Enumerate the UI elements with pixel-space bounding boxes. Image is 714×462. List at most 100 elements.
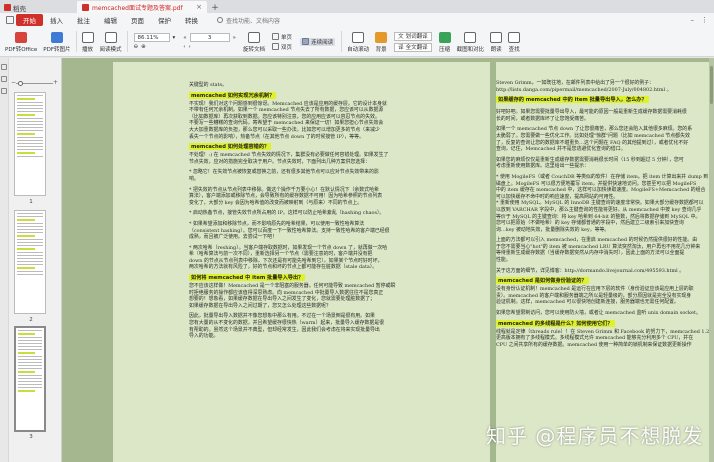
text-line: 长的时间，或者数据库坏了让您饱受痛苦。 [496,115,589,122]
text-line: 不要写一些糟糕的查询代码，寄希望于 memcached 来保证一切！如果您担心节… [189,120,384,127]
section-heading: memcached 如何处理容错的？ [189,143,272,151]
minimize-icon[interactable]: – [691,16,695,24]
text-line: 关键型的 stats。 [189,82,227,88]
page-thumbnail-number: 1 [29,199,33,205]
section-heading-row: memcached 如何实现冗余机制？ [189,89,490,101]
text-line: 有帮助的。虽然这个场景并不典型，但却经常发生，因此我们会考虑在将来实现批量导出 [189,326,380,333]
search-icon [217,17,223,23]
home-tab[interactable]: 稻壳 [0,2,32,13]
background-button[interactable]: 背景 [372,27,390,56]
more-icon[interactable]: ⋮ [701,16,708,24]
menu-item-3[interactable]: 编辑 [97,14,124,26]
pdf-to-image-button[interactable]: PDF转图片 [40,27,73,56]
scrollbar-thumb[interactable] [710,66,713,104]
rotate-doc-button[interactable]: 旋转文档 [240,27,268,56]
zoom-out-icon[interactable]: ⊖ [134,44,139,50]
compress-button[interactable]: 压缩 [436,27,454,56]
page-number-input[interactable]: 3 [189,33,230,42]
watermark: 知乎 @程序员不想脱发 [486,424,704,448]
text-line: 如果缓存数据在导出导入之间过期了，您又怎么处理这些数据呢？ [189,302,331,309]
menu-item-4[interactable]: 页面 [124,14,151,26]
docer-logo-icon [4,4,11,11]
read-aloud-label: 朗读 [490,47,502,53]
text-line: * 使用 MogileFS（或者 CouchDB 等类似的软件）在存储 item… [496,173,709,180]
single-page-label: 单页 [281,34,293,41]
first-page-icon[interactable]: « [183,35,186,41]
thumbnail-size-slider[interactable]: − + [11,79,58,87]
translate-selection-label: 划词翻译 [405,34,428,40]
text-line: 不处理！:) 在 memcached 节点失效的情况下，集群没有必要做任何容错处… [189,152,389,159]
section-heading: memcached 是如何做身份验证的？ [496,277,589,285]
auto-scroll-button[interactable]: 自动滚动 [344,27,372,56]
home-tab-label: 稻壳 [13,4,26,13]
prev-page-icon[interactable]: ‹ [183,44,185,50]
text-line: 等待重新生成缓存数据（当缓存数据突然从内存中消失时），因此上面的方法可以全面提 [496,250,685,257]
bookmark-icon[interactable] [1,76,7,82]
page-thumbnail-number: 2 [29,317,33,323]
page-thumbnail[interactable] [14,92,46,196]
menu-item-2[interactable]: 批注 [70,14,97,26]
text-line: 询…key 被动地失效，批量删除失效的 key，等等。 [496,226,610,233]
pdf-to-office-icon [15,32,28,43]
text-line: 变化了，大部分 key 会因为哈希值的改变而被映射到（与原来）不同的节点上。 [189,199,363,206]
continuous-read-icon [302,38,310,45]
text-line: 成熟，而且被广泛使用。去尝试一下吧！ [189,234,278,241]
document-tab[interactable]: memcached面试专题及答案.pdf × [77,1,207,13]
full-translate-button[interactable]: 译 全文翻译 [394,42,432,52]
zoom-in-icon[interactable]: ⊕ [141,44,146,50]
menu-item-1[interactable]: 插入 [43,14,70,26]
play-button[interactable]: 播放 [79,27,97,56]
close-tab-icon[interactable]: × [196,3,202,11]
menu-item-6[interactable]: 转换 [178,14,205,26]
text-line: 丢失一个节点的影响），热备节点（在其他节点 down 了的时候接管 IP），等等… [189,133,364,140]
zoom-select[interactable]: 86.11% [133,33,170,42]
pdf-to-office-button[interactable]: PDF转Office [2,27,40,56]
page-thumbnail-selected[interactable] [14,326,46,432]
rotate-doc-label: 旋转文档 [243,47,266,53]
double-page-button[interactable]: 双页 [272,43,292,51]
book-icon [104,32,117,43]
new-tab-button[interactable]: + [209,2,221,13]
text-line: 性能。 [496,257,511,264]
feature-search-placeholder: 查找功能、文档内容 [226,17,281,25]
thumbnail-panel: − + 1 2 3 [0,58,62,462]
background-label: 背景 [375,47,387,53]
slider-plus-icon[interactable]: + [53,79,58,86]
read-aloud-button[interactable]: 朗读 [487,27,505,56]
thumbnail-view-icon[interactable] [1,64,7,70]
read-mode-button[interactable]: 阅读模式 [97,27,125,56]
document-tab-label: memcached面试专题及答案.pdf [92,4,183,12]
text-line: 不带有任何冗余机制。如果一个 memcached 节点失去了所有数据，您应该可以… [189,107,384,114]
page-right-content: Steven Grimm，一如既往地，在邮件列表中给出了另一个很好的例子： htt… [496,62,714,348]
next-page-icon[interactable]: › [188,44,190,50]
single-page-button[interactable]: 单页 [272,33,292,41]
text-line: 考虑重新使用数据库。这里给出一些提示： [496,163,589,170]
vertical-scrollbar[interactable] [709,58,714,462]
text-line: 如果您希望限制访问，您可以使用防火墙，或者让 memcached 监听 unix… [496,310,701,317]
find-button[interactable]: 查找 [505,27,523,56]
feature-search[interactable]: 查找功能、文档内容 [217,16,280,25]
section-heading: 如何将 memcached 中 item 批量导入导出？ [189,274,306,282]
zoom-dropdown-icon[interactable]: ▾ [173,35,176,41]
file-menu-icon[interactable] [6,16,14,24]
menu-item-0[interactable]: 开始 [16,14,43,26]
document-view[interactable]: 关键型的 stats。 memcached 如何实现冗余机制？ 不实现！我们对这个问… [62,58,714,462]
translate-selection-button[interactable]: 文 划词翻译 [394,31,432,41]
compress-label: 压缩 [439,47,451,53]
section-heading: memcached 的多线程是什么？如何使用它们？ [496,319,615,327]
menu-item-5[interactable]: 保护 [151,14,178,26]
continuous-read-label: 连续阅读 [311,39,334,46]
text-line: * 重新使用 MySQL。MySQL 的 InnoDB 主键查询的速度非常快。如… [496,200,704,207]
last-page-icon[interactable]: » [233,35,236,41]
zoom-controls: 86.11% ▾ ⊖ ⊕ [130,27,180,56]
annotation-list-icon[interactable] [1,88,7,94]
pdf-to-image-icon [50,32,63,43]
screenshot-compare-button[interactable]: 截图和对比 [454,27,488,56]
slider-handle[interactable] [18,81,23,86]
continuous-read-button[interactable]: 连续阅读 [300,37,336,46]
page-thumbnail[interactable] [14,210,46,314]
pdf-page-left: 关键型的 stats。 memcached 如何实现冗余机制？ 不实现！我们对这个问… [113,62,490,462]
double-page-icon [272,43,280,50]
text-line: 更高版本拥有了多线程模式。多线程模式允许 memcached 能够充分利用多个 … [496,335,694,342]
pdf-file-icon [82,3,89,11]
